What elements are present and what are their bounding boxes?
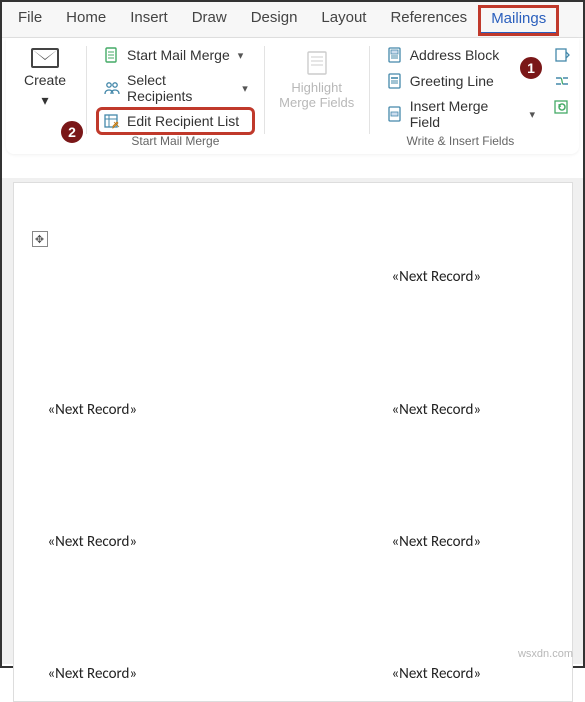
tab-references[interactable]: References [378,2,479,37]
address-block-label: Address Block [410,47,499,63]
tab-layout[interactable]: Layout [309,2,378,37]
group-label-write: Write & Insert Fields [406,132,514,152]
merge-field: «Next Record» [48,533,138,551]
insert-field-icon [386,105,404,123]
group-separator [369,46,370,134]
chevron-down-icon: ▾ [42,92,49,109]
start-mail-merge-button[interactable]: Start Mail Merge ▾ [99,44,252,66]
ribbon: Create ▾ Start Mail Merge ▾ Select Recip… [6,38,579,154]
chevron-down-icon: ▾ [238,49,244,62]
annotation-badge-1: 1 [519,56,543,80]
edit-list-icon [103,112,121,130]
group-separator [264,46,265,134]
highlight-icon [302,48,332,78]
document-icon [103,46,121,64]
merge-field: «Next Record» [48,401,138,419]
greeting-line-icon [386,72,404,90]
chevron-down-icon: ▾ [530,108,536,121]
merge-field: «Next Record» [392,268,482,286]
merge-field: «Next Record» [392,533,482,551]
tab-draw[interactable]: Draw [180,2,239,37]
tab-mailings[interactable]: Mailings [479,6,558,35]
insert-merge-field-button[interactable]: Insert Merge Field ▾ [382,96,539,132]
group-separator [86,46,87,134]
table-move-handle[interactable]: ✥ [32,231,48,247]
highlight-label-1: Highlight [291,80,342,95]
group-write-insert: Address Block Greeting Line Insert Merge… [376,42,545,152]
ribbon-tabs: File Home Insert Draw Design Layout Refe… [2,2,583,38]
select-recipients-button[interactable]: Select Recipients ▾ [99,70,252,106]
create-button[interactable]: Create ▾ [16,44,74,113]
document-page[interactable]: ✥ «Next Record» «Next Record» «Next Reco… [13,182,573,702]
edit-recipient-list-label: Edit Recipient List [127,113,239,129]
annotation-badge-2: 2 [60,120,84,144]
update-labels-icon[interactable] [553,98,571,116]
greeting-line-label: Greeting Line [410,73,494,89]
group-highlight: Highlight Merge Fields [271,42,363,152]
edit-recipient-list-button[interactable]: Edit Recipient List [99,110,252,132]
tab-file[interactable]: File [6,2,54,37]
greeting-line-button[interactable]: Greeting Line [382,70,539,92]
insert-merge-field-label: Insert Merge Field [410,98,522,130]
address-block-icon [386,46,404,64]
chevron-down-icon: ▾ [242,82,248,95]
address-block-button[interactable]: Address Block [382,44,539,66]
group-label-highlight [315,114,318,134]
tab-insert[interactable]: Insert [118,2,180,37]
merge-field: «Next Record» [392,401,482,419]
create-label: Create [24,72,66,88]
rules-icon[interactable] [553,46,571,64]
people-icon [103,79,121,97]
match-fields-icon[interactable] [553,72,571,90]
group-start-mail-merge: Start Mail Merge ▾ Select Recipients ▾ E… [93,42,258,152]
tab-design[interactable]: Design [239,2,310,37]
highlight-merge-fields-button: Highlight Merge Fields [277,44,357,114]
highlight-label-2: Merge Fields [279,95,354,110]
ribbon-extra-column [551,42,573,152]
watermark: wsxdn.com [518,648,573,660]
select-recipients-label: Select Recipients [127,72,234,104]
document-area: ✥ «Next Record» «Next Record» «Next Reco… [2,178,583,664]
tab-home[interactable]: Home [54,2,118,37]
group-label-start: Start Mail Merge [131,132,219,152]
envelope-icon [31,48,59,68]
start-mail-merge-label: Start Mail Merge [127,47,230,63]
